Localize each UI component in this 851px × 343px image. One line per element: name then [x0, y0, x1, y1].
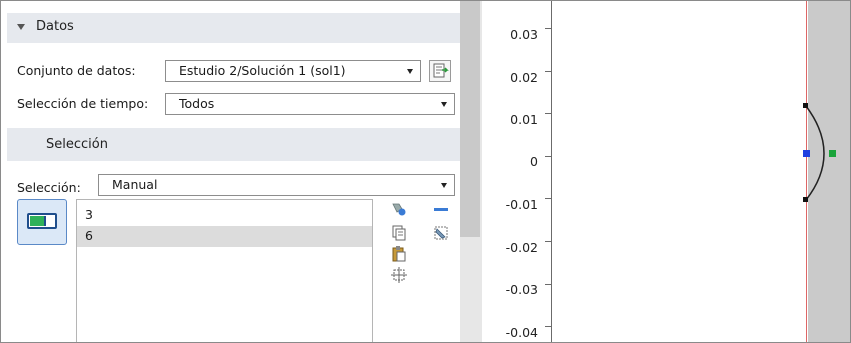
- panel-scrollbar[interactable]: [460, 1, 482, 342]
- dataset-settings-icon: [433, 63, 449, 78]
- list-item[interactable]: 3: [77, 205, 372, 226]
- time-selection-label: Selección de tiempo:: [17, 96, 149, 111]
- settings-panel: Datos Conjunto de datos: Estudio 2/Soluc…: [7, 7, 460, 342]
- selection-value: Manual: [112, 177, 158, 192]
- zoom-to-selection-icon: [391, 267, 407, 283]
- active-toggle-button[interactable]: [17, 199, 67, 245]
- selection-list[interactable]: 3 6: [76, 199, 373, 342]
- selected-point-blue: [803, 150, 810, 157]
- add-to-selection-button[interactable]: [390, 200, 408, 218]
- datos-section-title: Datos: [36, 19, 74, 34]
- scrollbar-thumb[interactable]: [460, 1, 480, 237]
- zoom-to-selection-button[interactable]: [390, 266, 408, 284]
- selection-label: Selección:: [17, 180, 81, 195]
- add-to-selection-icon: [392, 203, 406, 216]
- remove-from-selection-icon: [434, 208, 448, 211]
- paste-selection-button[interactable]: [390, 245, 408, 263]
- remove-from-selection-button[interactable]: [432, 200, 450, 218]
- datos-section-header[interactable]: Datos: [7, 13, 460, 43]
- dataset-settings-button[interactable]: [429, 60, 451, 82]
- chevron-down-icon: [441, 102, 447, 107]
- copy-selection-icon: [392, 225, 406, 241]
- window: Datos Conjunto de datos: Estudio 2/Soluc…: [0, 0, 851, 343]
- seleccion-section-title: Selección: [46, 137, 108, 152]
- selection-combo[interactable]: Manual: [98, 174, 455, 196]
- chevron-down-icon: [407, 69, 413, 74]
- time-selection-value: Todos: [179, 96, 215, 111]
- paste-selection-icon: [392, 246, 406, 262]
- selected-point-green: [829, 150, 836, 157]
- copy-selection-button[interactable]: [390, 224, 408, 242]
- vertex-point: [803, 103, 808, 108]
- dataset-value: Estudio 2/Solución 1 (sol1): [179, 63, 346, 78]
- dataset-combo[interactable]: Estudio 2/Solución 1 (sol1): [165, 60, 421, 82]
- list-item[interactable]: 6: [77, 226, 372, 247]
- seleccion-section-header[interactable]: Selección: [7, 128, 460, 161]
- chevron-down-icon: [441, 183, 447, 188]
- active-toggle-icon: [27, 213, 57, 229]
- vertex-point: [803, 197, 808, 202]
- geometry-curve: [803, 103, 836, 202]
- clear-selection-icon: [434, 226, 448, 240]
- collapse-triangle-icon[interactable]: [17, 24, 25, 30]
- clear-selection-button[interactable]: [432, 224, 450, 242]
- dataset-label: Conjunto de datos:: [17, 63, 136, 78]
- graphics-plot[interactable]: 0.03 0.02 0.01 0 -0.01 -0.02 -0.03 -0.04: [482, 1, 850, 342]
- time-selection-combo[interactable]: Todos: [165, 93, 455, 115]
